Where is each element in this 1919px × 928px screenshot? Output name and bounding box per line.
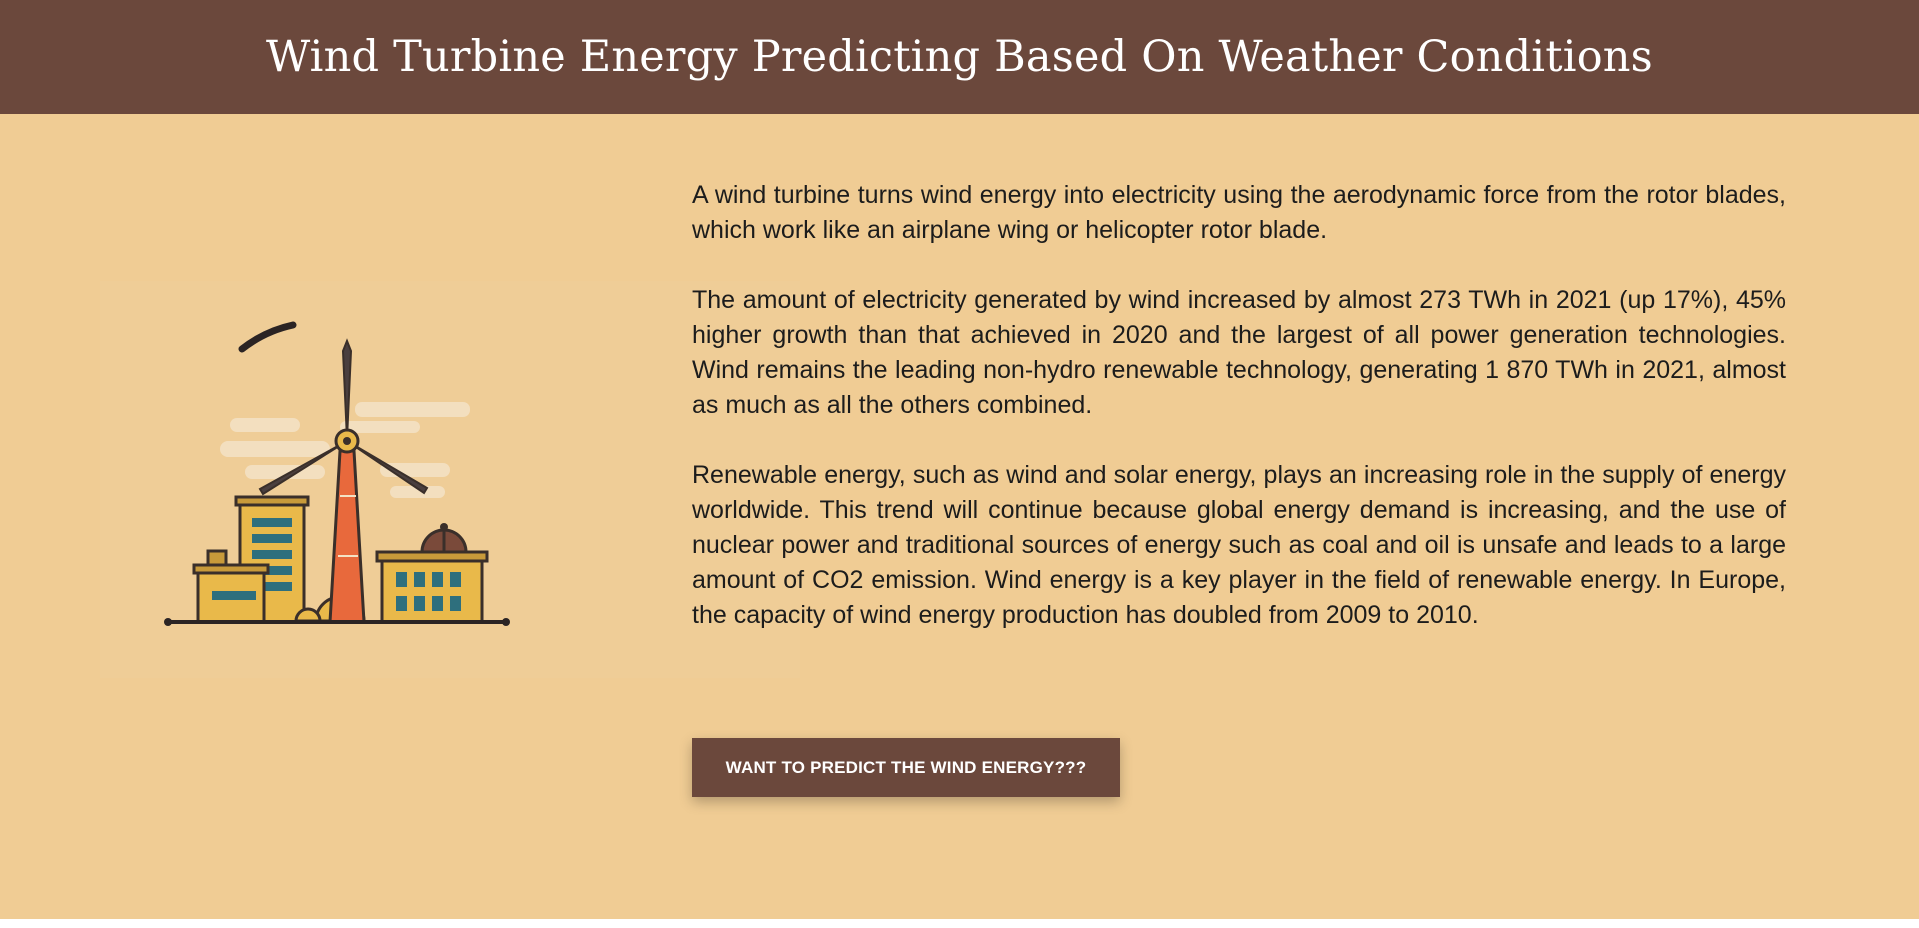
dome-icon	[294, 607, 322, 623]
description-paragraph: Renewable energy, such as wind and solar…	[692, 461, 1786, 629]
description-paragraph: The amount of electricity generated by w…	[692, 286, 1786, 419]
main-section: A wind turbine turns wind energy into el…	[0, 114, 1919, 919]
description-text: A wind turbine turns wind energy into el…	[692, 178, 1786, 668]
description-paragraph: A wind turbine turns wind energy into el…	[692, 181, 1786, 244]
page-header: Wind Turbine Energy Predicting Based On …	[0, 0, 1919, 114]
page-title: Wind Turbine Energy Predicting Based On …	[266, 32, 1653, 82]
predict-wind-energy-button[interactable]: WANT TO PREDICT THE WIND ENERGY???	[692, 738, 1120, 797]
